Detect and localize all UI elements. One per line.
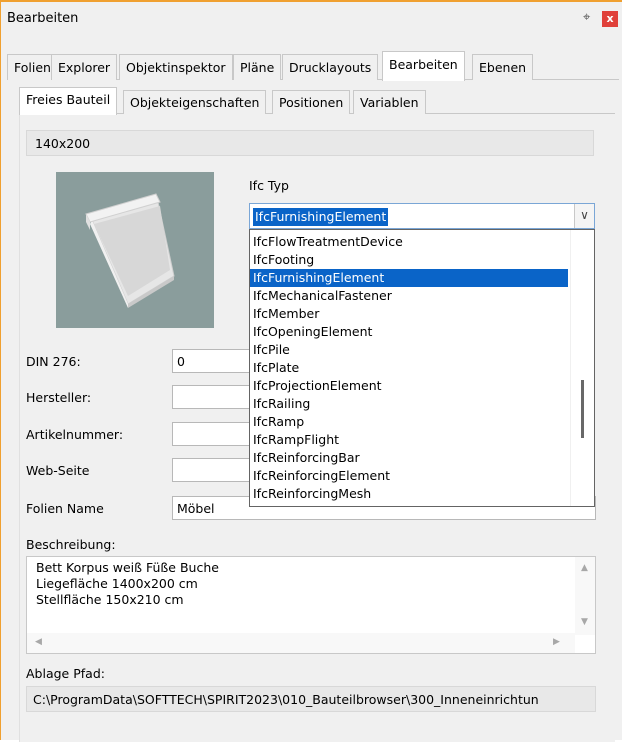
din-label: DIN 276: xyxy=(26,354,81,369)
tab-drucklayouts[interactable]: Drucklayouts xyxy=(282,54,379,80)
tab-plaene[interactable]: Pläne xyxy=(233,54,282,80)
tab-objektinspektor[interactable]: Objektinspektor xyxy=(119,54,233,80)
list-item[interactable]: IfcOpeningElement xyxy=(250,323,568,341)
hersteller-field[interactable] xyxy=(172,385,252,409)
beschreibung-text: Bett Korpus weiß Füße Buche Liegefläche … xyxy=(36,560,219,607)
part-name: 140x200 xyxy=(26,130,594,156)
scroll-left-icon[interactable]: ◀ xyxy=(35,637,42,647)
tab-objekteigenschaften[interactable]: Objekteigenschaften xyxy=(123,90,267,114)
ablage-pfad-label: Ablage Pfad: xyxy=(26,666,105,681)
list-item[interactable]: IfcFooting xyxy=(250,251,568,269)
scrollbar-thumb[interactable] xyxy=(581,380,584,438)
window-title: Bearbeiten xyxy=(7,11,79,26)
list-item[interactable]: IfcReinforcingMesh xyxy=(250,485,568,503)
list-item[interactable]: IfcPlate xyxy=(250,359,568,377)
beschreibung-label: Beschreibung: xyxy=(26,537,116,552)
list-item[interactable]: IfcRailing xyxy=(250,395,568,413)
ablage-pfad-field: C:\ProgramData\SOFTTECH\SPIRIT2023\010_B… xyxy=(26,686,596,712)
chevron-down-icon[interactable]: ∨ xyxy=(574,204,594,228)
ifc-type-dropdown-list[interactable]: IfcFlowTreatmentDevice IfcFooting IfcFur… xyxy=(249,229,595,507)
list-item[interactable]: IfcProjectionElement xyxy=(250,377,568,395)
list-item[interactable]: IfcReinforcingBar xyxy=(250,449,568,467)
list-item[interactable]: IfcPile xyxy=(250,341,568,359)
tab-bearbeiten[interactable]: Bearbeiten xyxy=(382,51,465,81)
title-bar: Bearbeiten ⌖ x xyxy=(1,2,622,38)
sub-tabs: Freies Bauteil Objekteigenschaften Posit… xyxy=(19,87,615,115)
web-seite-label: Web-Seite xyxy=(26,463,90,478)
list-item[interactable]: IfcMechanicalFastener xyxy=(250,287,568,305)
bed-icon xyxy=(85,193,175,308)
tab-ebenen[interactable]: Ebenen xyxy=(472,54,534,80)
tab-freies-bauteil[interactable]: Freies Bauteil xyxy=(19,87,118,115)
list-item[interactable]: IfcReinforcingElement xyxy=(250,467,568,485)
tab-positionen[interactable]: Positionen xyxy=(272,90,351,114)
pin-icon[interactable]: ⌖ xyxy=(583,10,590,25)
list-item[interactable]: IfcRampFlight xyxy=(250,431,568,449)
main-tabs: Folien Explorer Objektinspektor Pläne Dr… xyxy=(7,51,619,81)
scroll-right-icon[interactable]: ▶ xyxy=(553,637,560,647)
list-item-selected[interactable]: IfcFurnishingElement xyxy=(250,269,568,287)
artikelnummer-label: Artikelnummer: xyxy=(26,427,124,442)
window: Bearbeiten ⌖ x Folien Explorer Objektins… xyxy=(0,0,622,742)
ifc-type-combobox[interactable]: IfcFurnishingElement ∨ xyxy=(249,203,595,229)
scroll-down-icon[interactable]: ▼ xyxy=(581,617,588,627)
tab-explorer[interactable]: Explorer xyxy=(51,54,118,80)
din-field[interactable]: 0 xyxy=(172,349,252,373)
scroll-up-icon[interactable]: ▲ xyxy=(581,563,588,573)
tab-variablen[interactable]: Variablen xyxy=(353,90,426,114)
folien-name-label: Folien Name xyxy=(26,501,104,516)
beschreibung-textarea[interactable]: Bett Korpus weiß Füße Buche Liegefläche … xyxy=(26,556,596,654)
list-item[interactable]: IfcRamp xyxy=(250,413,568,431)
vertical-scrollbar[interactable]: ▲ ▼ xyxy=(575,557,595,635)
list-item[interactable]: IfcFlowTreatmentDevice xyxy=(250,233,568,251)
part-preview-image xyxy=(56,172,214,328)
ifc-type-selected: IfcFurnishingElement xyxy=(253,208,389,226)
horizontal-scrollbar[interactable]: ◀ ▶ xyxy=(27,633,575,653)
web-seite-field[interactable] xyxy=(172,458,252,482)
ifc-type-label: Ifc Typ xyxy=(249,178,289,193)
close-icon[interactable]: x xyxy=(602,11,618,27)
artikelnummer-field[interactable] xyxy=(172,422,252,446)
hersteller-label: Hersteller: xyxy=(26,390,92,405)
list-item[interactable]: IfcMember xyxy=(250,305,568,323)
list-scrollbar[interactable] xyxy=(570,230,594,506)
